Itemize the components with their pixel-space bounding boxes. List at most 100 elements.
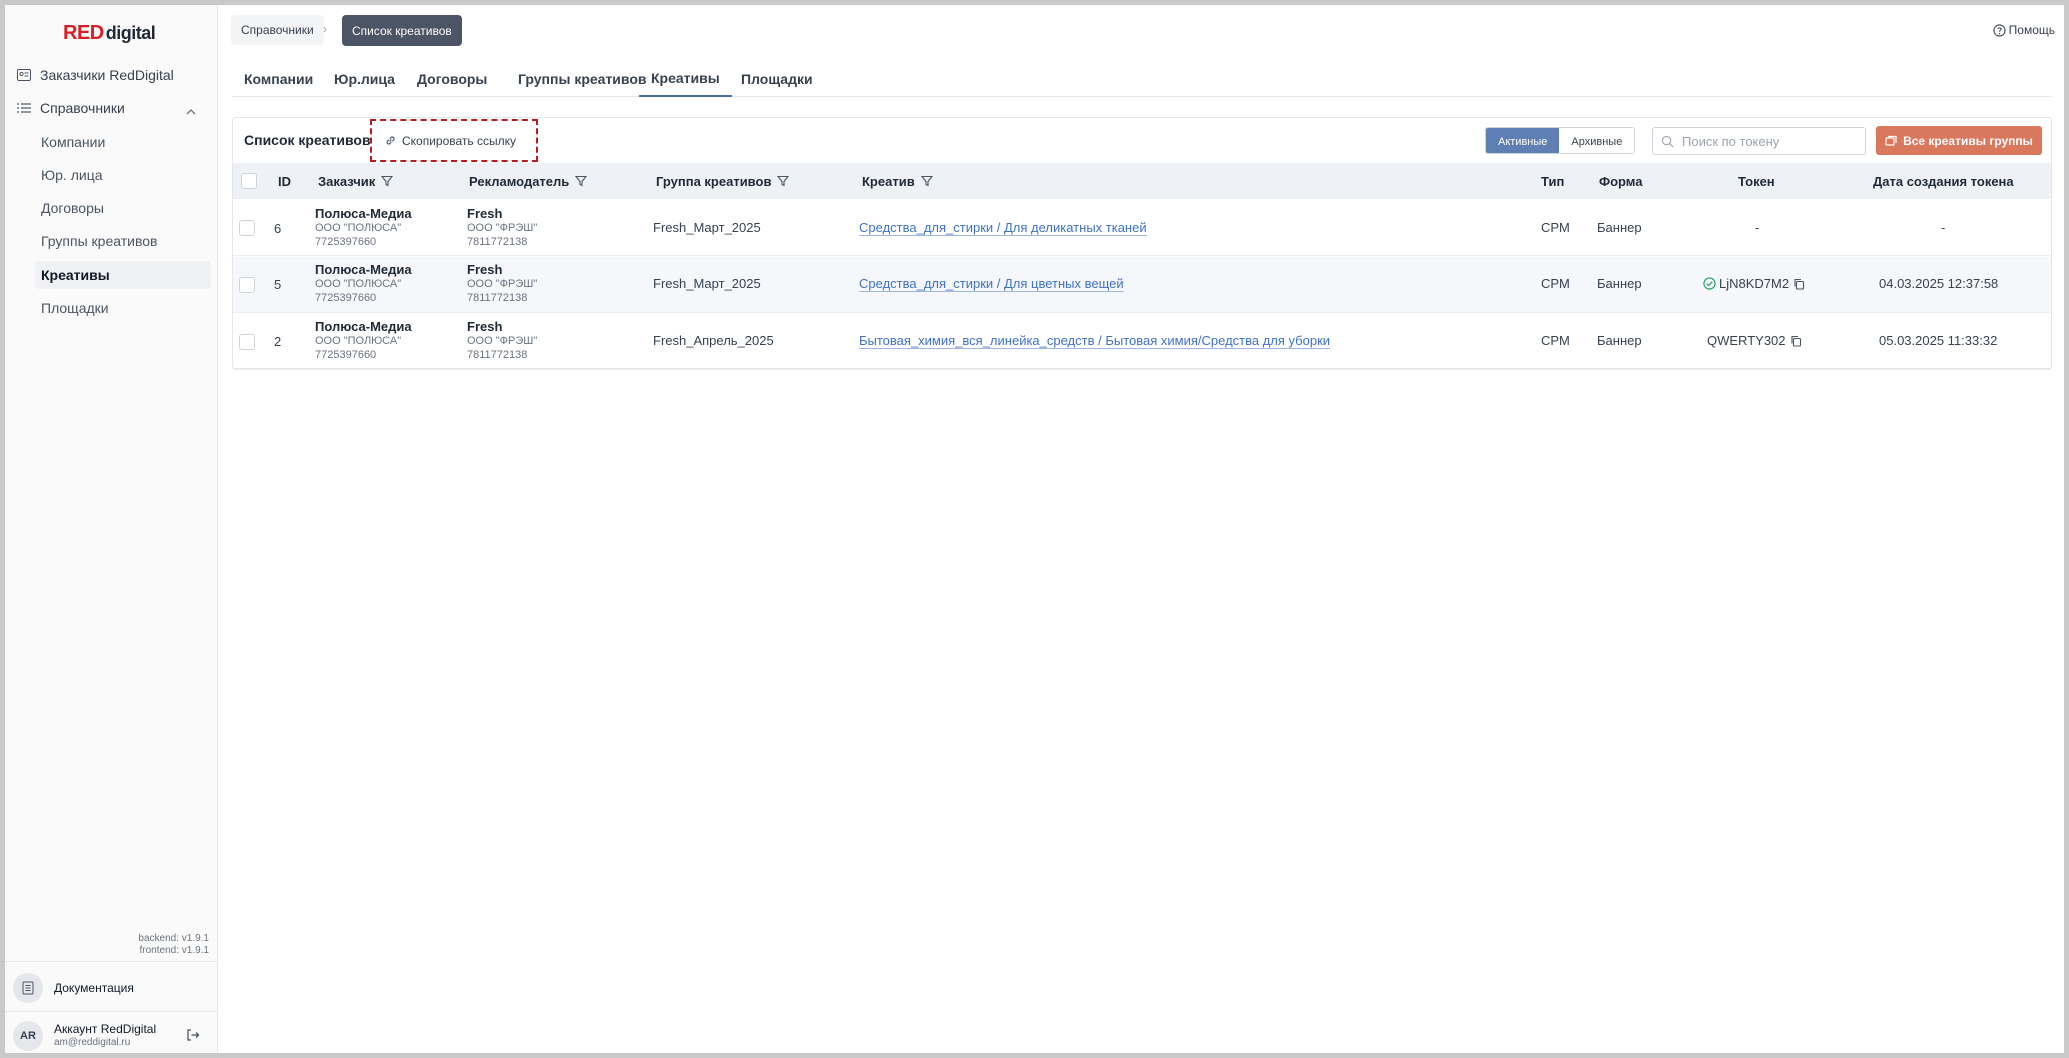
copy-link-button[interactable]: Скопировать ссылку (370, 119, 538, 162)
status-toggle: Активные Архивные (1485, 127, 1636, 154)
col-type: Тип (1541, 173, 1565, 189)
documentation-link[interactable]: Документация (13, 970, 134, 1006)
token-value: LjN8KD7M2 (1719, 276, 1790, 291)
table-row[interactable]: 6 Полюса-Медиа ООО "ПОЛЮСА" 7725397660 F… (233, 200, 2051, 256)
col-id: ID (278, 173, 291, 189)
logo[interactable]: RED digital (63, 22, 156, 45)
row-checkbox[interactable] (239, 220, 255, 236)
token-value: - (1755, 220, 1760, 235)
filter-icon[interactable] (777, 175, 790, 187)
cell-advertiser: Fresh ООО "ФРЭШ" 7811772138 (467, 206, 537, 249)
advertiser-inn: 7811772138 (467, 292, 528, 304)
sidebar-item-directories[interactable]: Справочники (17, 94, 125, 122)
sidebar-item-customers-label: Заказчики RedDigital (40, 67, 174, 83)
col-form: Форма (1599, 173, 1643, 189)
client-inn: 7725397660 (315, 349, 377, 361)
col-token-date: Дата создания токена (1873, 173, 2014, 189)
cell-form: Баннер (1597, 220, 1642, 235)
col-token: Токен (1738, 173, 1775, 189)
client-legal: ООО "ПОЛЮСА" (315, 222, 402, 234)
cell-id: 6 (274, 221, 282, 236)
filter-icon[interactable] (920, 175, 933, 187)
cell-form: Баннер (1597, 333, 1642, 348)
sidebar-sub-contracts[interactable]: Договоры (35, 194, 211, 222)
tab-creative-groups[interactable]: Группы креативов (506, 60, 659, 97)
advertiser-inn: 7811772138 (467, 236, 528, 248)
token-value: QWERTY302 (1707, 333, 1786, 348)
version-backend: backend: v1.9.1 (138, 933, 209, 944)
chevron-right-icon: › (323, 22, 327, 36)
creative-link[interactable]: Средства_для_стирки / Для деликатных тка… (859, 220, 1147, 236)
account-block[interactable]: AR Аккаунт RedDigital am@reddigital.ru (13, 1018, 156, 1054)
select-all-checkbox[interactable] (241, 173, 257, 189)
sidebar-sub-legal[interactable]: Юр. лица (35, 161, 211, 189)
question-circle-icon (1993, 23, 2006, 37)
breadcrumb-parent[interactable]: Справочники (231, 15, 324, 45)
cell-token-date: 05.03.2025 11:33:32 (1879, 333, 1998, 348)
token-search[interactable] (1652, 127, 1866, 155)
id-card-icon (17, 68, 31, 82)
col-client[interactable]: Заказчик (318, 163, 394, 199)
col-advertiser[interactable]: Рекламодатель (469, 163, 588, 199)
sidebar-sub-companies[interactable]: Компании (35, 128, 211, 156)
help-label: Помощь (2008, 23, 2055, 37)
all-group-creatives-button[interactable]: Все креативы группы (1876, 126, 2042, 155)
cell-creative: Бытовая_химия_вся_линейка_средств / Быто… (859, 333, 1331, 349)
cell-form: Баннер (1597, 276, 1642, 291)
table-row[interactable]: 5 Полюса-Медиа ООО "ПОЛЮСА" 7725397660 F… (233, 257, 2051, 313)
tab-companies[interactable]: Компании (232, 60, 325, 97)
account-email: am@reddigital.ru (54, 1037, 131, 1048)
client-name: Полюса-Медиа (315, 262, 412, 277)
divider (5, 961, 218, 962)
copy-link-label: Скопировать ссылку (402, 133, 517, 148)
version-frontend: frontend: v1.9.1 (139, 945, 210, 956)
breadcrumb-current: Список креативов (342, 15, 462, 46)
row-checkbox[interactable] (239, 334, 255, 350)
table-header: ID Заказчик Рекламодатель Группа креатив… (233, 163, 2051, 199)
document-icon (13, 973, 43, 1003)
tab-platforms[interactable]: Площадки (729, 60, 825, 97)
advertiser-name: Fresh (467, 319, 503, 334)
documentation-label: Документация (54, 981, 134, 995)
sidebar-sub-creatives[interactable]: Креативы (35, 261, 211, 289)
table-row[interactable]: 2 Полюса-Медиа ООО "ПОЛЮСА" 7725397660 F… (233, 314, 2051, 370)
tab-creatives[interactable]: Креативы (639, 60, 732, 97)
cell-token: QWERTY302 (1707, 333, 1802, 348)
cell-group: Fresh_Март_2025 (653, 276, 761, 291)
tab-legal[interactable]: Юр.лица (322, 60, 407, 97)
col-creative-group[interactable]: Группа креативов (656, 163, 790, 199)
cell-id: 2 (274, 334, 282, 349)
search-icon (1661, 135, 1674, 147)
client-inn: 7725397660 (315, 236, 377, 248)
toggle-archive[interactable]: Архивные (1559, 128, 1635, 153)
cell-group: Fresh_Март_2025 (653, 220, 761, 235)
creative-link[interactable]: Бытовая_химия_вся_линейка_средств / Быто… (859, 333, 1331, 349)
version-info: backend: v1.9.1 frontend: v1.9.1 (138, 933, 209, 957)
tab-contracts[interactable]: Договоры (405, 60, 499, 97)
sidebar-item-customers[interactable]: Заказчики RedDigital (17, 61, 174, 89)
search-input[interactable] (1682, 133, 1862, 149)
filter-icon[interactable] (381, 175, 394, 187)
row-checkbox[interactable] (239, 277, 255, 293)
divider (5, 1011, 218, 1012)
advertiser-name: Fresh (467, 206, 503, 221)
help-link[interactable]: Помощь (1993, 23, 2055, 37)
chevron-up-icon[interactable] (185, 106, 197, 118)
sidebar-sub-creative-groups[interactable]: Группы креативов (35, 227, 211, 255)
creative-link[interactable]: Средства_для_стирки / Для цветных вещей (859, 276, 1124, 292)
filter-icon[interactable] (575, 175, 588, 187)
stack-icon (1885, 135, 1897, 146)
cell-type: CPM (1541, 276, 1570, 291)
cell-creative: Средства_для_стирки / Для деликатных тка… (859, 220, 1147, 236)
logout-icon[interactable] (185, 1027, 201, 1043)
sidebar-item-directories-label: Справочники (40, 100, 125, 116)
copy-icon[interactable] (1793, 278, 1805, 290)
copy-icon[interactable] (1790, 335, 1802, 347)
avatar: AR (13, 1021, 43, 1051)
toggle-active[interactable]: Активные (1486, 128, 1560, 153)
advertiser-name: Fresh (467, 262, 503, 277)
col-creative[interactable]: Креатив (862, 163, 933, 199)
cell-client: Полюса-Медиа ООО "ПОЛЮСА" 7725397660 (315, 206, 412, 249)
cell-advertiser: Fresh ООО "ФРЭШ" 7811772138 (467, 319, 537, 362)
sidebar-sub-platforms[interactable]: Площадки (35, 294, 211, 322)
